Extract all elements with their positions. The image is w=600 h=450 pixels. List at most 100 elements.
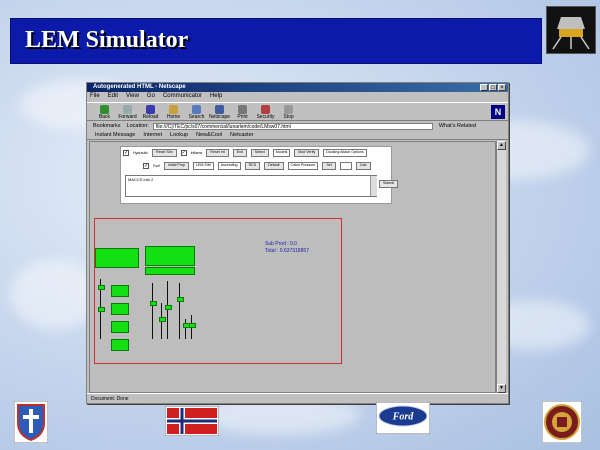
reload-label: Reload — [142, 114, 159, 120]
slider-handle[interactable] — [159, 317, 166, 322]
slider-handle[interactable] — [189, 323, 196, 328]
stop-label: Stop — [283, 114, 294, 120]
scroll-up-arrow-icon[interactable]: ▲ — [497, 141, 506, 150]
print-button[interactable]: Print — [231, 103, 254, 122]
bookmarks-button[interactable]: Bookmarks — [93, 122, 121, 130]
menu-edit[interactable]: Edit — [108, 92, 118, 101]
menu-go[interactable]: Go — [147, 92, 155, 101]
reset-sim-button[interactable]: Reset Sim — [151, 149, 177, 157]
flag-logo — [164, 405, 220, 437]
minimize-button[interactable]: _ — [480, 84, 488, 91]
search-icon — [192, 105, 201, 114]
textarea-value: MACCS info 2 — [128, 177, 154, 182]
slide-title-bar: LEM Simulator — [10, 18, 542, 64]
controls-row-1: ✓ Hydraulic Reset Sim ✓ Inflame Reset In… — [123, 149, 367, 157]
sim-block — [111, 339, 129, 351]
sim-block — [145, 246, 195, 266]
close-button[interactable]: × — [498, 84, 506, 91]
calc-button[interactable]: Calc — [355, 162, 371, 170]
controls-panel: ✓ Hydraulic Reset Sim ✓ Inflame Reset In… — [120, 146, 399, 204]
menu-view[interactable]: View — [126, 92, 139, 101]
mod-verify-button[interactable]: Mod Verify — [294, 149, 320, 157]
home-button[interactable]: Home — [162, 103, 185, 122]
menu-file[interactable]: File — [90, 92, 100, 101]
initial-prop-button[interactable]: Initial Prop — [164, 162, 189, 170]
location-bar: Bookmarks Location: file:///C|/TEC/pc/s0… — [87, 122, 508, 130]
inflame-checkbox[interactable]: ✓ — [180, 150, 187, 156]
back-button[interactable]: Back — [93, 103, 116, 122]
location-input[interactable]: file:///C|/TEC/pc/s07/commercial/lunarle… — [152, 122, 433, 130]
slider-handle[interactable] — [150, 301, 157, 306]
reset-int-button[interactable]: Reset Int — [206, 149, 229, 157]
slider-track — [152, 283, 153, 339]
lem-sim-select[interactable]: LEM SIM — [192, 162, 214, 170]
textarea-scrollbar[interactable] — [370, 176, 377, 196]
menu-communicator[interactable]: Communicator — [163, 92, 202, 101]
print-icon — [238, 105, 247, 114]
slider-handle[interactable] — [165, 305, 172, 310]
slider-track — [179, 283, 180, 339]
reload-icon — [146, 105, 155, 114]
lookup-link[interactable]: Lookup — [170, 131, 188, 139]
vertical-scrollbar[interactable]: ▲ ▼ — [496, 141, 506, 393]
print-label: Print — [237, 114, 248, 120]
sim-block — [145, 267, 195, 275]
netscape-logo-icon: N — [491, 105, 505, 119]
docking-options-select[interactable]: Docking Attach Options — [323, 149, 367, 157]
set-button[interactable]: Set — [322, 162, 336, 170]
models-select[interactable]: Models — [272, 149, 291, 157]
back-label: Back — [98, 114, 111, 120]
default-button[interactable]: Default — [264, 162, 284, 170]
rcs-button[interactable]: RCS — [244, 162, 261, 170]
college-seal-logo — [541, 400, 583, 444]
fuel-checkbox[interactable]: ✓ — [143, 163, 149, 169]
select-button[interactable]: Select — [250, 149, 269, 157]
sub-prod-readout: Sub Prod : 0.0 — [265, 241, 297, 247]
navigation-toolbar: Back Forward Reload Home Search Netscape… — [87, 102, 508, 121]
slide-title: LEM Simulator — [25, 27, 189, 53]
slider-track — [185, 319, 186, 339]
page-content: ✓ Hydraulic Reset Sim ✓ Inflame Reset In… — [89, 141, 496, 393]
hydraulic-label: Hydraulic — [133, 151, 148, 155]
maximize-button[interactable]: □ — [489, 84, 497, 91]
exit-button[interactable]: Exit — [232, 149, 247, 157]
hydraulic-checkbox[interactable]: ✓ — [123, 150, 129, 156]
slider-handle[interactable] — [98, 285, 105, 290]
status-bar: Document: Done — [87, 393, 508, 403]
message-textarea[interactable]: MACCS info 2 — [125, 175, 377, 197]
security-lock-icon — [261, 105, 270, 114]
whats-related-button[interactable]: What's Related — [439, 122, 476, 130]
new-cool-link[interactable]: New&Cool — [196, 131, 222, 139]
netscape-label: Netscape — [208, 114, 231, 120]
fuel-label: Fuel — [153, 164, 160, 168]
slider-handle[interactable] — [98, 307, 105, 312]
back-arrow-icon — [100, 105, 109, 114]
ascending-select[interactable]: Ascending — [217, 162, 241, 170]
instant-message-link[interactable]: Instant Message — [95, 131, 135, 139]
sim-block — [111, 285, 129, 297]
forward-button[interactable]: Forward — [116, 103, 139, 122]
value-input[interactable] — [339, 162, 352, 170]
sim-block — [111, 303, 129, 315]
svg-text:Ford: Ford — [392, 412, 415, 423]
stop-icon — [284, 105, 293, 114]
menu-help[interactable]: Help — [210, 92, 222, 101]
internet-link[interactable]: Internet — [143, 131, 162, 139]
slider-handle[interactable] — [177, 297, 184, 302]
submit-button[interactable]: Submit — [379, 180, 399, 188]
netscape-button[interactable]: Netscape — [208, 103, 231, 122]
menu-bar: File Edit View Go Communicator Help — [87, 92, 508, 101]
forward-label: Forward — [118, 114, 137, 120]
home-label: Home — [166, 114, 181, 120]
university-crest-logo — [13, 400, 49, 444]
reload-button[interactable]: Reload — [139, 103, 162, 122]
security-label: Security — [256, 114, 275, 120]
netcaster-link[interactable]: Netcaster — [230, 131, 254, 139]
search-button[interactable]: Search — [185, 103, 208, 122]
simulation-area: Sub Prod : 0.0 Total : 0.637318857 — [94, 218, 342, 364]
slider-track — [167, 281, 168, 339]
security-button[interactable]: Security — [254, 103, 277, 122]
stop-button[interactable]: Stop — [277, 103, 300, 122]
cabin-pressure-select[interactable]: Cabin Pressure — [287, 162, 319, 170]
scroll-down-arrow-icon[interactable]: ▼ — [497, 384, 506, 393]
